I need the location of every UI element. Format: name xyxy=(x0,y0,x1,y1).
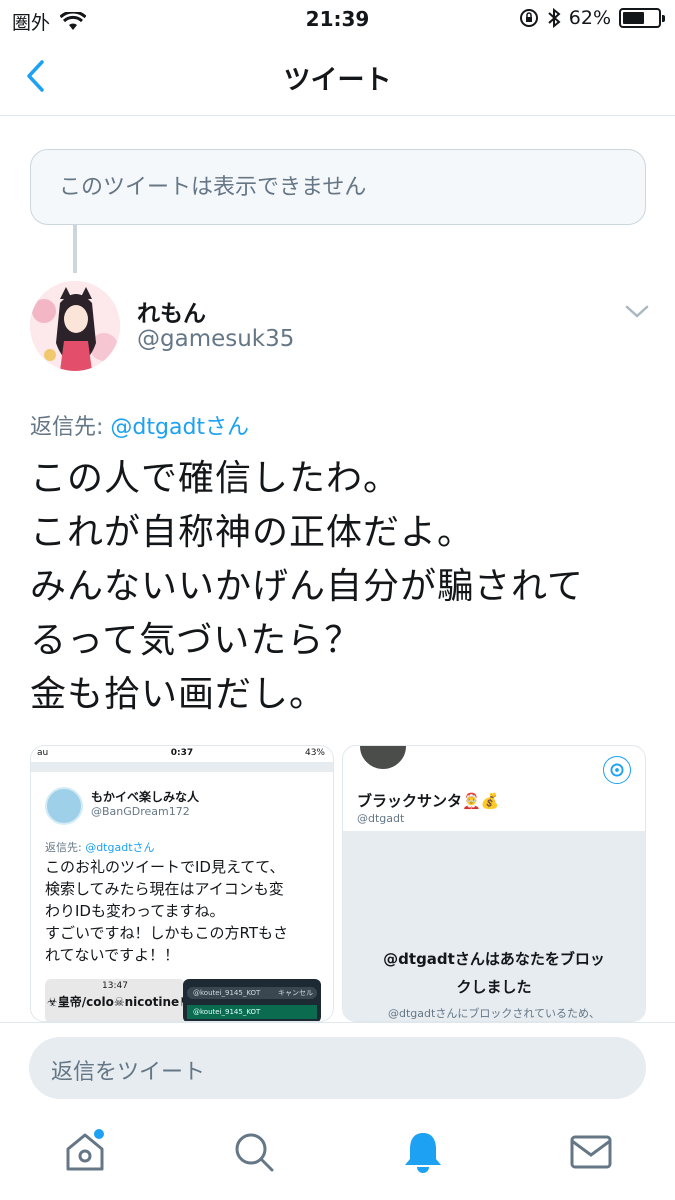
embedded-avatar xyxy=(357,746,409,772)
embedded-handle: @BanGDream172 xyxy=(91,805,190,818)
embedded-subimage-1: 13:47 ☣皇帝/colo☠nicotine⚑ xyxy=(45,979,185,1021)
reply-bar: 返信をツイート xyxy=(0,1022,675,1115)
notifications-icon xyxy=(405,1133,441,1173)
embedded-reply-to: @dtgadtさん xyxy=(85,841,155,854)
battery-level xyxy=(623,12,645,24)
embedded-search-text: @koutei_9145_KOT xyxy=(193,989,261,997)
embedded-line: すごいですね！しかもこの方RTもさ xyxy=(45,924,289,942)
chevron-down-icon xyxy=(625,305,649,318)
embedded-handle: @dtgadt xyxy=(357,812,405,825)
thread-connector xyxy=(73,225,77,273)
embedded-time: 0:37 xyxy=(170,748,194,758)
search-icon xyxy=(235,1133,274,1172)
embedded-reply-context: 返信先: @dtgadtさん xyxy=(45,839,155,855)
status-right: 62% xyxy=(519,7,665,29)
blocked-subtext: @dtgadtさんにブロックされているため、 xyxy=(388,1007,600,1020)
blocked-title-line: クしました xyxy=(456,978,532,996)
avatar-illustration xyxy=(30,281,120,371)
nav-bar: ツイート xyxy=(0,40,675,116)
embedded-sub-time: 13:47 xyxy=(102,981,128,991)
embedded-line: 検索してみたら現在はアイコンも変 xyxy=(45,880,284,898)
new-content-dot xyxy=(94,1129,104,1139)
blocked-title-line: @dtgadtさんはあなたをブロッ xyxy=(383,950,605,968)
gear-icon xyxy=(603,756,631,784)
avatar[interactable] xyxy=(30,281,120,371)
tweet-line: この人で確信したわ。 xyxy=(30,458,401,499)
embedded-cancel: キャンセル xyxy=(278,989,313,997)
embedded-search-bar: @koutei_9145_KOT キャンセル xyxy=(187,987,317,999)
reply-to-link[interactable]: @dtgadtさん xyxy=(110,415,249,440)
embedded-result-row: @koutei_9145_KOT xyxy=(187,1005,317,1019)
reply-context: 返信先: @dtgadtさん xyxy=(30,409,249,441)
unavailable-tweet-card[interactable]: このツイートは表示できません xyxy=(30,149,646,225)
tweet-line: みんないいかげん自分が騙されて xyxy=(30,566,584,607)
embedded-tweet-text: このお礼のツイートでID見えてて、 検索してみたら現在はアイコンも変 わりIDも… xyxy=(45,856,288,966)
embedded-divider xyxy=(31,762,333,772)
embedded-sub-name: ☣皇帝/colo☠nicotine⚑ xyxy=(47,995,185,1009)
reply-input[interactable]: 返信をツイート xyxy=(29,1037,646,1099)
page-title: ツイート xyxy=(283,65,392,96)
embedded-display-name: もかイベ楽しみな人 xyxy=(91,790,200,804)
rotation-lock-icon xyxy=(519,9,538,27)
tweet-line: るって気づいたら？ xyxy=(30,620,362,661)
media-image-right[interactable]: ブラックサンタ🤶💰 @dtgadt @dtgadtさんはあなたをブロッ クしまし… xyxy=(342,745,646,1022)
tab-bar xyxy=(0,1115,675,1200)
embedded-line: このお礼のツイートでID見えてて、 xyxy=(45,858,285,876)
embedded-battery: 43% xyxy=(304,748,325,758)
tab-messages[interactable] xyxy=(568,1129,614,1175)
embedded-display-name: ブラックサンタ🤶💰 xyxy=(357,792,500,810)
media-image-left[interactable]: au 0:37 43% もかイベ楽しみな人 @BanGDream172 返信先:… xyxy=(30,745,334,1022)
embedded-subimage-2: @koutei_9145_KOT キャンセル @koutei_9145_KOT xyxy=(183,979,321,1021)
messages-icon xyxy=(570,1135,612,1169)
battery-percent: 62% xyxy=(568,7,611,29)
tweet-menu-button[interactable] xyxy=(622,296,652,326)
bluetooth-icon xyxy=(548,8,561,28)
user-handle[interactable]: @gamesuk35 xyxy=(137,326,294,352)
tab-notifications[interactable] xyxy=(400,1129,446,1175)
tweet-line: これが自称神の正体だよ。 xyxy=(30,512,475,553)
tab-search[interactable] xyxy=(231,1129,277,1175)
embedded-status-bar: au 0:37 43% xyxy=(31,746,333,762)
tweet-media: au 0:37 43% もかイベ楽しみな人 @BanGDream172 返信先:… xyxy=(30,745,646,1022)
embedded-line: わりIDも変わってますね。 xyxy=(45,902,225,920)
display-name[interactable]: れもん xyxy=(137,294,206,328)
embedded-line: れてないですよ！！ xyxy=(45,946,180,964)
blocked-message: @dtgadtさんはあなたをブロッ クしました xyxy=(353,945,635,1001)
embedded-reply-prefix: 返信先: xyxy=(45,841,86,854)
embedded-avatar xyxy=(45,787,83,825)
reply-prefix: 返信先: xyxy=(30,415,111,440)
tweet-text: この人で確信したわ。 これが自称神の正体だよ。 みんないいかげん自分が騙されて … xyxy=(30,452,650,722)
tweet-line: 金も拾い画だし。 xyxy=(30,674,327,715)
battery-icon xyxy=(619,8,665,28)
status-bar: 圏外 21:39 62% xyxy=(0,0,675,40)
